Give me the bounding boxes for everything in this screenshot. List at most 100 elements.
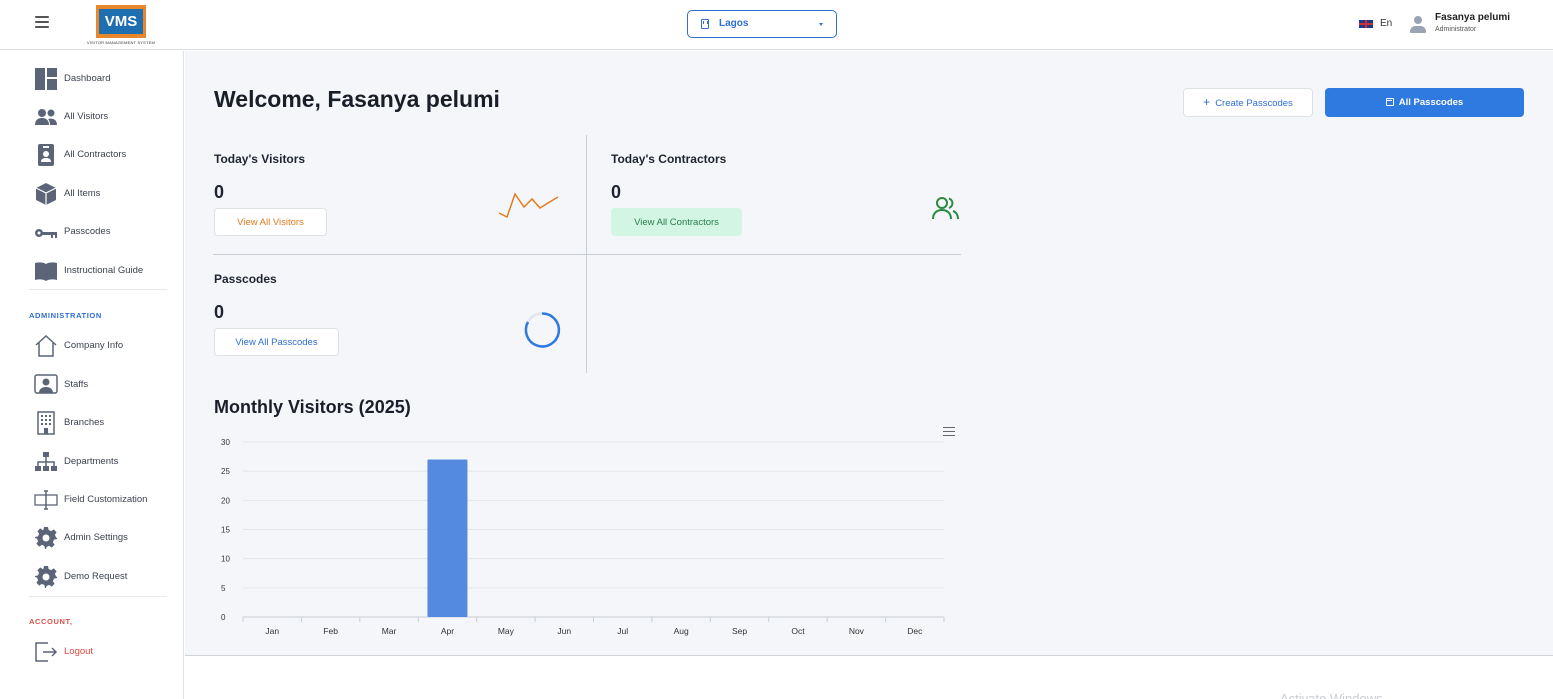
building-icon: [37, 411, 55, 435]
monthly-visitors-chart: 0 5 10 15 20 25 30 Jan Feb Mar Apr May Jun Jul Aug Sep O…: [221, 438, 945, 636]
sidebar-item-departments[interactable]: Departments: [34, 450, 174, 476]
chevron-down-icon: [819, 23, 823, 26]
user-menu[interactable]: Fasanya pelumi Administrator: [1409, 12, 1529, 38]
home-icon: [35, 334, 57, 357]
logout-label: Logout: [64, 646, 94, 657]
sidebar-item-instructional-guide[interactable]: Instructional Guide: [34, 259, 174, 285]
divider: [29, 289, 167, 290]
logo-subtitle: VISITOR MANAGEMENT SYSTEM: [86, 40, 156, 45]
x-tick-label: Sep: [732, 626, 747, 636]
user-role: Administrator: [1435, 26, 1477, 33]
sidebar-item-branches[interactable]: Branches: [34, 411, 174, 437]
gear-icon: [35, 566, 57, 588]
branch-value: Lagos: [719, 18, 749, 29]
sidebar-item-label: Admin Settings: [64, 532, 128, 543]
view-all-contractors-button[interactable]: View All Contractors: [611, 208, 742, 236]
account-title: ACCOUNT,: [29, 617, 73, 626]
sidebar-item-label: All Contractors: [64, 149, 127, 160]
x-tick-label: Aug: [674, 626, 689, 636]
sidebar-item-label: Staffs: [64, 379, 89, 390]
x-tick-label: Jul: [617, 626, 628, 636]
x-tick-label: Nov: [849, 626, 865, 636]
main-content: Welcome, Fasanya pelumi + Create Passcode…: [185, 51, 1553, 656]
sidebar-item-label: Field Customization: [64, 494, 148, 505]
key-icon: [35, 229, 57, 238]
os-watermark: Activate Windows: [1280, 691, 1383, 699]
y-tick-label: 25: [221, 467, 230, 476]
x-tick-label: Oct: [791, 626, 805, 636]
sidebar-item-admin-settings[interactable]: Admin Settings: [34, 526, 174, 552]
y-tick-label: 30: [221, 438, 230, 447]
y-tick-label: 5: [221, 584, 226, 593]
sidebar-item-label: Instructional Guide: [64, 265, 144, 276]
sidebar-item-all-contractors[interactable]: All Contractors: [34, 143, 174, 169]
x-tick-label: Apr: [441, 626, 454, 636]
dashboard-icon: [35, 68, 57, 90]
logo-text: VMS: [99, 9, 143, 34]
users-icon: [932, 197, 959, 220]
org-chart-icon: [35, 452, 57, 471]
card-divider-horizontal: [213, 254, 961, 255]
sidebar-item-label: Departments: [64, 456, 119, 467]
passcodes-count: 0: [214, 302, 225, 322]
top-bar: VMS VISITOR MANAGEMENT SYSTEM Lagos En F…: [0, 0, 1553, 50]
sidebar-item-label: All Visitors: [64, 111, 109, 122]
todays-visitors-count: 0: [214, 182, 225, 202]
chart-title: Monthly Visitors (2025): [214, 397, 411, 417]
id-badge-icon: [38, 144, 54, 166]
x-tick-label: Dec: [907, 626, 923, 636]
book-icon: [35, 262, 57, 281]
sidebar-item-all-items[interactable]: All Items: [34, 182, 174, 208]
footer-area: Activate Windows: [185, 657, 1553, 699]
sidebar-item-all-visitors[interactable]: All Visitors: [34, 105, 174, 131]
sidebar-item-staffs[interactable]: Staffs: [34, 373, 174, 399]
branch-select[interactable]: Lagos: [687, 10, 837, 38]
sidebar-item-label: Passcodes: [64, 226, 111, 237]
bar-apr: [427, 459, 468, 617]
administration-title: ADMINISTRATION: [29, 311, 102, 320]
uk-flag-icon: [1359, 20, 1373, 28]
x-tick-label: Feb: [323, 626, 338, 636]
x-tick-label: Jan: [265, 626, 279, 636]
create-passcodes-button[interactable]: + Create Passcodes: [1183, 88, 1313, 117]
user-name: Fasanya pelumi: [1435, 12, 1511, 23]
avatar: [1409, 16, 1427, 34]
sidebar-item-label: Demo Request: [64, 571, 128, 582]
sidebar-item-label: Branches: [64, 417, 105, 428]
view-all-passcodes-button[interactable]: View All Passcodes: [214, 328, 339, 356]
trend-line-icon: [498, 192, 559, 219]
all-passcodes-button[interactable]: All Passcodes: [1325, 88, 1524, 117]
create-passcodes-label: Create Passcodes: [1215, 98, 1293, 109]
y-tick-label: 20: [221, 496, 230, 505]
vms-logo[interactable]: VMS VISITOR MANAGEMENT SYSTEM: [84, 4, 158, 46]
sidebar-item-label: All Items: [64, 188, 101, 199]
sidebar-item-label: Company Info: [64, 340, 124, 351]
logout-button[interactable]: Logout: [34, 640, 174, 666]
sidebar-item-dashboard[interactable]: Dashboard: [34, 67, 174, 93]
language-label: En: [1380, 18, 1393, 29]
users-icon: [35, 109, 57, 125]
text-cursor-icon: [34, 490, 58, 510]
y-tick-label: 10: [221, 555, 230, 564]
loading-spinner-icon: [524, 312, 561, 348]
sidebar-item-company-info[interactable]: Company Info: [34, 334, 174, 360]
sidebar-item-demo-request[interactable]: Demo Request: [34, 565, 174, 591]
view-all-visitors-button[interactable]: View All Visitors: [214, 208, 327, 236]
all-passcodes-label: All Passcodes: [1398, 97, 1464, 108]
sidebar-item-passcodes[interactable]: Passcodes: [34, 220, 174, 246]
x-tick-label: May: [498, 626, 515, 636]
passcodes-title: Passcodes: [214, 272, 277, 286]
logout-icon: [35, 642, 58, 662]
todays-visitors-title: Today's Visitors: [214, 152, 306, 166]
sidebar-item-field-customization[interactable]: Field Customization: [34, 488, 174, 514]
x-tick-label: Jun: [557, 626, 571, 636]
divider: [29, 596, 167, 597]
box-icon: [35, 183, 57, 205]
plus-icon: +: [1203, 95, 1211, 109]
todays-contractors-count: 0: [611, 182, 622, 202]
x-tick-label: Mar: [382, 626, 397, 636]
calendar-icon: [1385, 98, 1394, 106]
menu-icon[interactable]: [35, 16, 49, 28]
staff-icon: [34, 374, 58, 394]
gear-icon: [35, 527, 57, 549]
